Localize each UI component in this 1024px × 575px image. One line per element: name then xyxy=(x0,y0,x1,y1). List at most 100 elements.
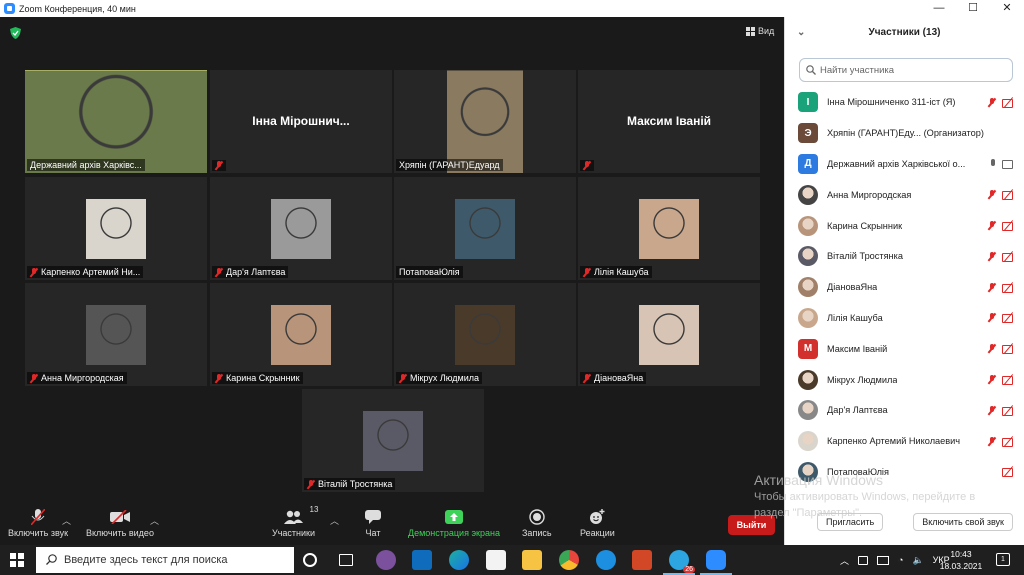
participant-row[interactable]: Лілія Кашуба xyxy=(785,303,1024,334)
participant-row[interactable]: Карина Скрынник xyxy=(785,210,1024,241)
participant-row[interactable]: Анна Миргородская xyxy=(785,179,1024,210)
viber-icon[interactable] xyxy=(376,550,396,570)
minimize-button[interactable]: — xyxy=(922,0,956,17)
audio-options-caret-icon[interactable]: ︿ xyxy=(62,514,71,527)
search-icon xyxy=(806,65,816,75)
tile-name-label: Карина Скрынник xyxy=(212,372,303,384)
participant-row[interactable]: Д Державний архів Харківської о... xyxy=(785,149,1024,180)
video-tile[interactable]: Державний архів Харківс... xyxy=(25,70,207,173)
zoom-app-icon[interactable] xyxy=(700,550,732,575)
invite-button[interactable]: Пригласить xyxy=(817,513,884,531)
participant-row[interactable]: Э Хряпін (ГАРАНТ)Еду... (Организатор) xyxy=(785,118,1024,149)
tray-app-icon[interactable] xyxy=(858,555,869,565)
participant-status-icons xyxy=(988,436,1015,447)
tile-name-text: Анна Миргородская xyxy=(41,373,124,383)
video-tile[interactable]: Максим Іваній xyxy=(578,70,760,173)
mic-muted-icon xyxy=(583,267,591,277)
video-tile[interactable]: Карина Скрынник xyxy=(210,283,392,386)
tile-name-label xyxy=(212,160,226,171)
maximize-button[interactable]: ☐ xyxy=(956,0,990,17)
record-button[interactable]: Запись xyxy=(522,508,552,538)
mic-icon xyxy=(990,159,996,168)
file-explorer-icon[interactable] xyxy=(522,550,542,570)
participant-search-input[interactable]: Найти участника xyxy=(799,58,1013,82)
share-screen-label: Демонстрация экрана xyxy=(408,528,500,538)
mic-muted-icon xyxy=(988,344,996,353)
clock-date: 18.03.2021 xyxy=(939,561,983,571)
telegram-icon[interactable]: 26 xyxy=(663,550,695,575)
participant-row[interactable]: Віталій Тростянка xyxy=(785,241,1024,272)
video-tile[interactable]: Хряпін (ГАРАНТ)Едуард xyxy=(394,70,576,173)
clock[interactable]: 10:43 18.03.2021 xyxy=(936,548,986,572)
video-tile[interactable]: Карпенко Артемий Ни... xyxy=(25,177,207,280)
close-button[interactable]: ✕ xyxy=(990,0,1024,17)
participant-row[interactable]: Дар'я Лаптєва xyxy=(785,395,1024,426)
wifi-icon[interactable]: ◔ xyxy=(898,555,903,565)
video-tile[interactable]: Анна Миргородская xyxy=(25,283,207,386)
video-tile[interactable]: Інна Мірошнич... xyxy=(210,70,392,173)
video-tile[interactable]: ДіановаЯна xyxy=(578,283,760,386)
participant-status-icons xyxy=(988,282,1015,293)
video-tile[interactable]: Віталій Тростянка xyxy=(302,389,484,492)
collapse-chevron-icon[interactable]: ⌄ xyxy=(797,17,805,49)
participant-row[interactable]: ПотаповаЮлія xyxy=(785,457,1024,488)
video-tile[interactable]: Мікрух Людмила xyxy=(394,283,576,386)
system-tray: ︿ ◔ 🔈 УКР xyxy=(840,545,950,575)
tile-display-name: Максим Іваній xyxy=(626,114,712,128)
volume-icon[interactable]: 🔈 xyxy=(912,555,923,566)
video-options-caret-icon[interactable]: ︿ xyxy=(150,514,159,527)
tile-name-label xyxy=(580,160,594,171)
participants-caret-icon[interactable]: ︿ xyxy=(330,514,339,527)
unmute-self-button[interactable]: Включить свой звук xyxy=(913,513,1013,531)
unmute-button[interactable]: Включить звук xyxy=(8,508,68,538)
tray-chevron-icon[interactable]: ︿ xyxy=(840,554,849,567)
telegram-badge: 26 xyxy=(683,566,695,573)
view-button[interactable]: Вид xyxy=(746,26,774,36)
search-placeholder: Найти участника xyxy=(820,64,895,76)
video-tile[interactable]: Лілія Кашуба xyxy=(578,177,760,280)
chrome-icon[interactable] xyxy=(559,550,579,570)
participant-row[interactable]: Мікрух Людмила xyxy=(785,364,1024,395)
participant-photo xyxy=(271,304,331,365)
shield-icon[interactable] xyxy=(10,27,21,39)
mic-muted-icon xyxy=(307,479,315,489)
powerpoint-icon[interactable] xyxy=(632,550,652,570)
browser-icon[interactable] xyxy=(596,550,616,570)
leave-button[interactable]: Выйти xyxy=(728,515,775,535)
store-icon[interactable] xyxy=(486,550,506,570)
participant-name: Державний архів Харківської о... xyxy=(827,158,966,169)
participant-name: Дар'я Лаптєва xyxy=(827,405,888,416)
tile-name-label: Хряпін (ГАРАНТ)Едуард xyxy=(396,159,503,171)
notifications-icon[interactable]: 1 xyxy=(996,553,1010,566)
meeting-toolbar: Включить звук ︿ Включить видео ︿ 13 Учас… xyxy=(0,502,784,545)
participant-name: Лілія Кашуба xyxy=(827,312,883,323)
meeting-area: Вид Державний архів Харківс... Інна Мірош… xyxy=(0,17,784,545)
participants-button[interactable]: 13 Участники xyxy=(272,505,318,538)
participant-avatar xyxy=(798,400,818,421)
video-tile[interactable]: Дар'я Лаптєва xyxy=(210,177,392,280)
mic-muted-icon xyxy=(583,161,591,170)
windows-start-icon[interactable] xyxy=(10,553,24,567)
taskbar-search-input[interactable]: Введите здесь текст для поиска xyxy=(36,547,294,573)
participant-name: Віталій Тростянка xyxy=(827,251,903,262)
tray-device-icon[interactable] xyxy=(877,555,890,565)
participant-name: ДіановаЯна xyxy=(827,282,878,293)
mic-muted-icon xyxy=(215,161,223,170)
tile-name-label: Віталій Тростянка xyxy=(304,478,396,490)
mail-icon[interactable] xyxy=(412,550,432,570)
share-screen-button[interactable]: Демонстрация экрана xyxy=(408,508,500,538)
task-view-icon[interactable] xyxy=(339,554,353,566)
reactions-button[interactable]: Реакции xyxy=(580,508,615,538)
chat-button[interactable]: Чат xyxy=(363,508,383,538)
participant-row[interactable]: М Максим Іваній xyxy=(785,333,1024,364)
cortana-icon[interactable] xyxy=(303,553,317,567)
edge-icon[interactable] xyxy=(449,550,469,570)
participant-row[interactable]: І Інна Мірошниченко 311-іст (Я) xyxy=(785,87,1024,118)
mic-muted-icon xyxy=(215,267,223,277)
video-tile[interactable]: ПотаповаЮлія xyxy=(394,177,576,280)
participant-photo xyxy=(363,410,423,471)
participant-row[interactable]: ДіановаЯна xyxy=(785,272,1024,303)
mic-muted-icon xyxy=(215,373,223,383)
start-video-button[interactable]: Включить видео xyxy=(86,508,154,538)
participant-row[interactable]: Карпенко Артемий Николаевич xyxy=(785,426,1024,457)
